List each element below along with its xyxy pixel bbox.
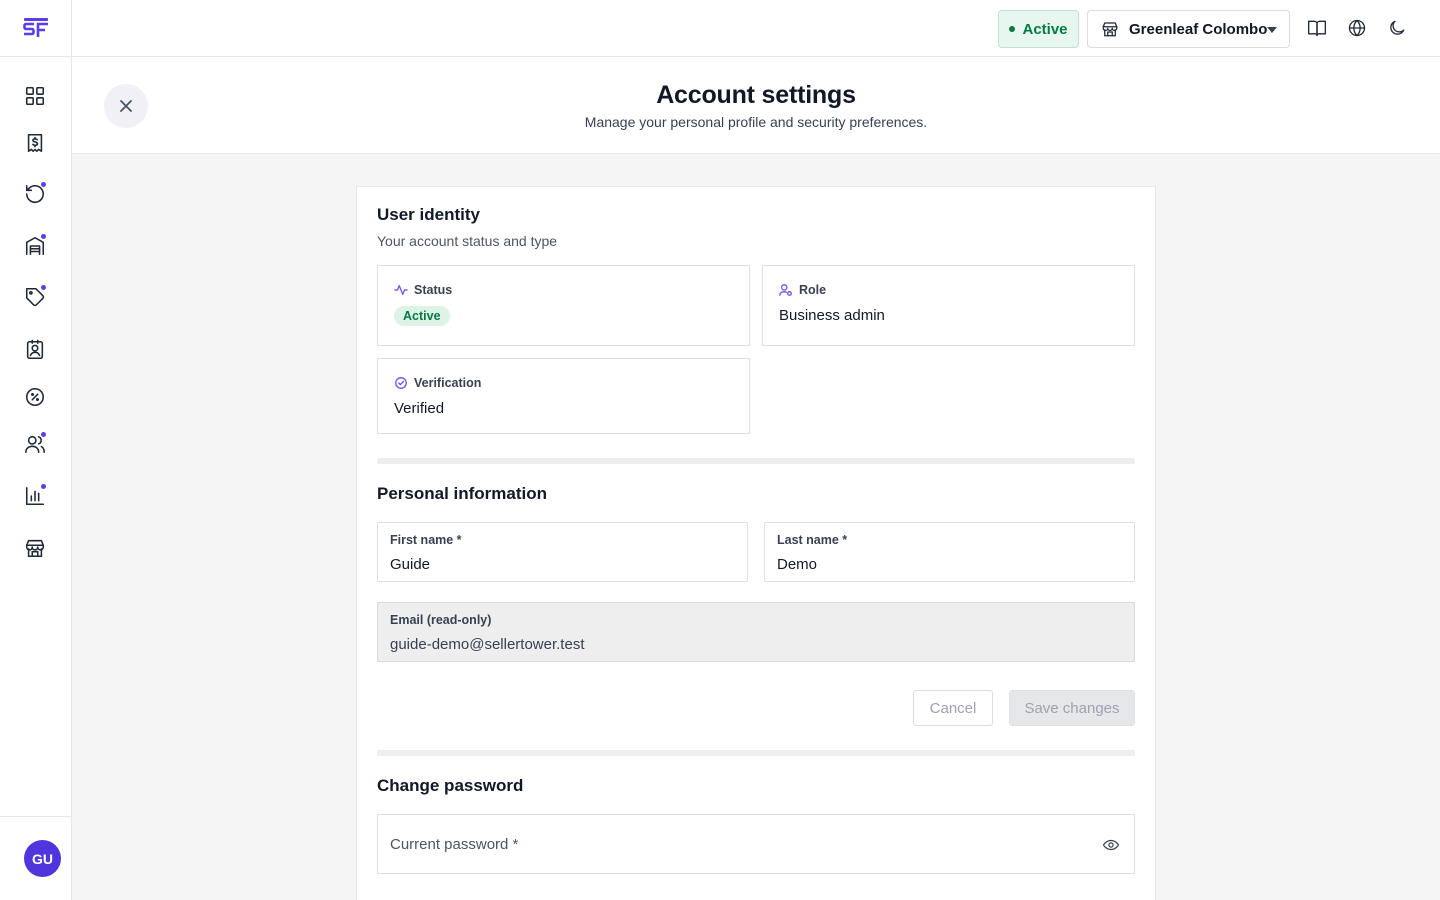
first-name-field: First name *	[377, 522, 748, 582]
verification-value: Verified	[394, 400, 445, 417]
page-subtitle: Manage your personal profile and securit…	[584, 114, 928, 130]
first-name-label: First name *	[390, 533, 462, 547]
status-label-text: Status	[414, 283, 453, 297]
sidebar-item-discounts[interactable]	[15, 377, 55, 417]
notification-dot	[41, 182, 46, 187]
status-box: Status Active	[377, 265, 750, 346]
verification-label-text: Verification	[414, 376, 482, 390]
store-icon	[1102, 22, 1118, 37]
docs-button[interactable]	[1305, 16, 1329, 40]
notification-dot	[41, 234, 46, 239]
status-label: Status	[394, 283, 452, 297]
role-box: Role Business admin	[762, 265, 1135, 346]
check-circle-icon	[395, 377, 407, 389]
user-cog-icon	[779, 284, 792, 296]
verification-label: Verification	[394, 376, 481, 390]
sidebar-item-contacts[interactable]	[15, 330, 55, 370]
sidebar-item-sales[interactable]	[15, 123, 55, 163]
role-label: Role	[779, 283, 826, 297]
store-name: Greenleaf Colombo	[1129, 20, 1268, 38]
avatar[interactable]: GU	[24, 840, 61, 877]
save-changes-button[interactable]: Save changes	[1009, 690, 1135, 726]
settings-card: User identity Your account status and ty…	[356, 186, 1156, 900]
email-input[interactable]	[390, 634, 1122, 654]
top-bar: Active Greenleaf Colombo	[72, 0, 1440, 57]
percent-badge-icon	[25, 387, 45, 407]
sidebar-item-dashboard[interactable]	[15, 76, 55, 116]
sidebar-item-returns[interactable]	[15, 174, 55, 214]
cancel-button[interactable]: Cancel	[913, 690, 993, 726]
language-button[interactable]	[1345, 16, 1369, 40]
page-header: Account settings Manage your personal pr…	[72, 57, 1440, 154]
moon-icon	[1390, 20, 1405, 35]
logo-icon	[22, 18, 48, 37]
current-password-field[interactable]: Current password *	[377, 814, 1135, 874]
sidebar-item-customers[interactable]	[15, 424, 55, 464]
sidebar-item-products[interactable]	[15, 277, 55, 317]
theme-toggle-button[interactable]	[1385, 16, 1409, 40]
grid-icon	[25, 86, 45, 106]
email-label: Email (read-only)	[390, 613, 492, 627]
last-name-label: Last name *	[777, 533, 848, 547]
identity-section-title: User identity	[377, 205, 480, 224]
chevron-down-icon	[1267, 27, 1277, 33]
status-dot	[1009, 26, 1016, 32]
password-section-title: Change password	[377, 776, 524, 795]
status-pill: Active	[394, 306, 450, 326]
store-selector[interactable]: Greenleaf Colombo	[1087, 10, 1290, 48]
sidebar-item-stores[interactable]	[15, 528, 55, 568]
sidebar-item-inventory[interactable]	[15, 226, 55, 266]
personal-section-title: Personal information	[377, 484, 548, 503]
last-name-input[interactable]	[777, 554, 1122, 574]
activity-icon	[394, 284, 408, 296]
notification-dot	[41, 285, 46, 290]
store-icon	[25, 539, 45, 558]
role-value: Business admin	[779, 307, 885, 324]
contact-book-icon	[26, 339, 44, 360]
notification-dot	[41, 432, 46, 437]
brand-logo[interactable]	[0, 0, 71, 57]
first-name-input[interactable]	[390, 554, 735, 574]
eye-icon	[1102, 839, 1120, 851]
receipt-dollar-icon	[27, 133, 43, 153]
section-divider	[377, 750, 1135, 756]
status-badge-label: Active	[1022, 20, 1068, 38]
sidebar: GU	[0, 0, 72, 900]
notification-dot	[41, 484, 46, 489]
page-title: Account settings	[656, 81, 856, 109]
identity-section-subtitle: Your account status and type	[377, 233, 558, 249]
sidebar-footer: GU	[0, 816, 71, 900]
globe-icon	[1348, 19, 1366, 37]
verification-box: Verification Verified	[377, 358, 750, 434]
sidebar-item-reports[interactable]	[15, 476, 55, 516]
show-password-toggle[interactable]	[1102, 836, 1120, 854]
book-icon	[1308, 20, 1326, 37]
last-name-field: Last name *	[764, 522, 1135, 582]
current-password-placeholder: Current password *	[390, 836, 519, 853]
section-divider	[377, 458, 1135, 464]
role-label-text: Role	[799, 283, 827, 297]
email-field: Email (read-only)	[377, 602, 1135, 662]
status-badge: Active	[998, 10, 1079, 48]
